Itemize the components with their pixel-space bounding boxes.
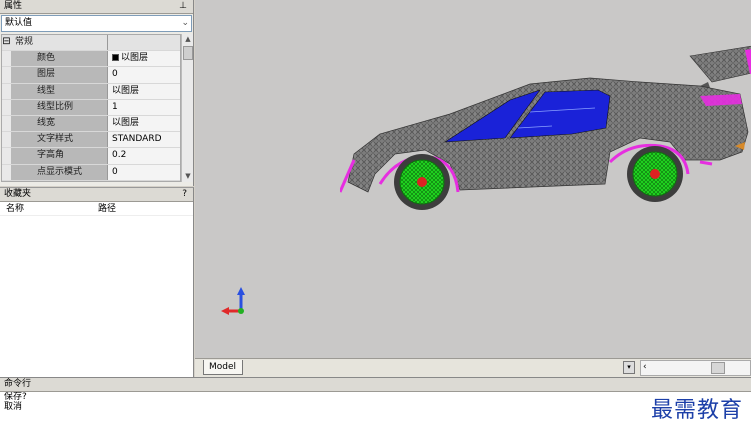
property-value[interactable]: 0: [108, 164, 180, 180]
property-value[interactable]: 以图层: [108, 83, 180, 99]
property-value-text: 1: [112, 101, 118, 112]
pin-icon[interactable]: ⊥: [179, 0, 187, 13]
property-row[interactable]: 线型比例 1: [2, 99, 180, 116]
command-line-panel: 命令行 保存? 取消: [0, 377, 751, 437]
command-title-bar: 命令行: [0, 378, 751, 392]
property-value-text: 0: [112, 166, 118, 177]
color-swatch-icon: [112, 54, 119, 62]
property-key: 颜色: [11, 51, 108, 67]
property-value[interactable]: 以图层: [108, 115, 180, 132]
drawing-viewport[interactable]: [195, 0, 751, 358]
property-value-text: 0: [112, 69, 118, 80]
property-value-text: 0.2: [112, 150, 127, 161]
column-header-name[interactable]: 名称: [0, 202, 92, 215]
property-key: 图层: [11, 67, 108, 83]
property-scrollbar[interactable]: ▲ ▼: [181, 34, 193, 182]
scroll-down-icon[interactable]: ▼: [182, 171, 194, 182]
property-key: 文字样式: [11, 132, 108, 148]
favorites-title: 收藏夹: [4, 189, 32, 199]
rear-wing: [689, 45, 751, 83]
favorites-list-header: 名称 路径: [0, 202, 193, 216]
property-key: 线宽: [11, 115, 108, 132]
properties-selector-value: 默认值: [5, 18, 33, 28]
property-key: 线型: [11, 83, 108, 99]
chevron-down-icon[interactable]: ⌄: [181, 16, 189, 31]
property-row[interactable]: 文字样式 STANDARD: [2, 132, 180, 149]
favorites-panel: 收藏夹 ? 名称 路径: [0, 187, 194, 377]
front-wheel: [394, 154, 450, 210]
property-row[interactable]: 线型 以图层: [2, 83, 180, 100]
property-row[interactable]: 点显示模式 0: [2, 164, 180, 181]
watermark-logo: 最需教育: [650, 398, 743, 423]
collapse-icon[interactable]: ⊟: [2, 35, 11, 51]
property-group-label: 常规: [11, 35, 108, 51]
properties-title: 属性: [4, 1, 23, 11]
properties-selector[interactable]: 默认值 ⌄: [1, 15, 192, 32]
property-key: 线型比例: [11, 99, 108, 115]
command-history-line[interactable]: 取消: [0, 402, 751, 412]
scroll-thumb[interactable]: [183, 46, 193, 60]
properties-title-bar: 属性 ⊥: [0, 0, 193, 14]
tab-menu-icon[interactable]: ▾: [623, 361, 635, 374]
property-value[interactable]: 1: [108, 99, 180, 115]
property-group-general[interactable]: ⊟ 常规: [2, 35, 180, 52]
scroll-up-icon[interactable]: ▲: [182, 34, 194, 45]
property-value[interactable]: 0.2: [108, 148, 180, 164]
car-wireframe-model[interactable]: [340, 42, 751, 222]
property-row[interactable]: 图层 0: [2, 67, 180, 84]
property-grid: ⊟ 常规 颜色 以图层 图层 0 线型 以图层 线型比例 1 线宽 以图层 文字样式 STANDARD…: [1, 34, 181, 182]
property-value[interactable]: 0: [108, 67, 180, 83]
property-value[interactable]: STANDARD: [108, 132, 180, 148]
property-value-text: 以图层: [112, 85, 140, 96]
property-value-text: 以图层: [112, 117, 140, 128]
property-value-text: 以图层: [121, 53, 149, 64]
help-icon[interactable]: ?: [182, 188, 187, 201]
horizontal-scroll-thumb[interactable]: [711, 362, 725, 374]
column-header-path[interactable]: 路径: [92, 202, 116, 215]
favorites-title-bar: 收藏夹 ?: [0, 188, 193, 202]
tab-model[interactable]: Model: [203, 360, 243, 375]
property-row[interactable]: 字高角 0.2: [2, 148, 180, 165]
command-history-line: 保存?: [4, 392, 27, 402]
ucs-axis-icon: [221, 287, 245, 315]
property-row[interactable]: 线宽 以图层: [2, 115, 180, 133]
rear-light: [700, 94, 742, 106]
property-row[interactable]: 颜色 以图层: [2, 51, 180, 68]
property-value-text: STANDARD: [112, 134, 162, 145]
properties-panel: 属性 ⊥ 默认值 ⌄ ⊟ 常规 颜色 以图层 图层 0 线型 以图层 线型比例 1 线宽 以图层文…: [0, 0, 194, 186]
property-key: 字高角: [11, 148, 108, 164]
scroll-left-icon[interactable]: ‹: [643, 362, 647, 372]
rear-wheel: [627, 146, 683, 202]
horizontal-scrollbar[interactable]: ‹: [640, 360, 751, 376]
property-value[interactable]: 以图层: [108, 51, 180, 67]
command-title: 命令行: [4, 379, 32, 389]
layout-tab-bar: Model ▾ ‹: [195, 358, 751, 377]
property-key: 点显示模式: [11, 164, 108, 180]
